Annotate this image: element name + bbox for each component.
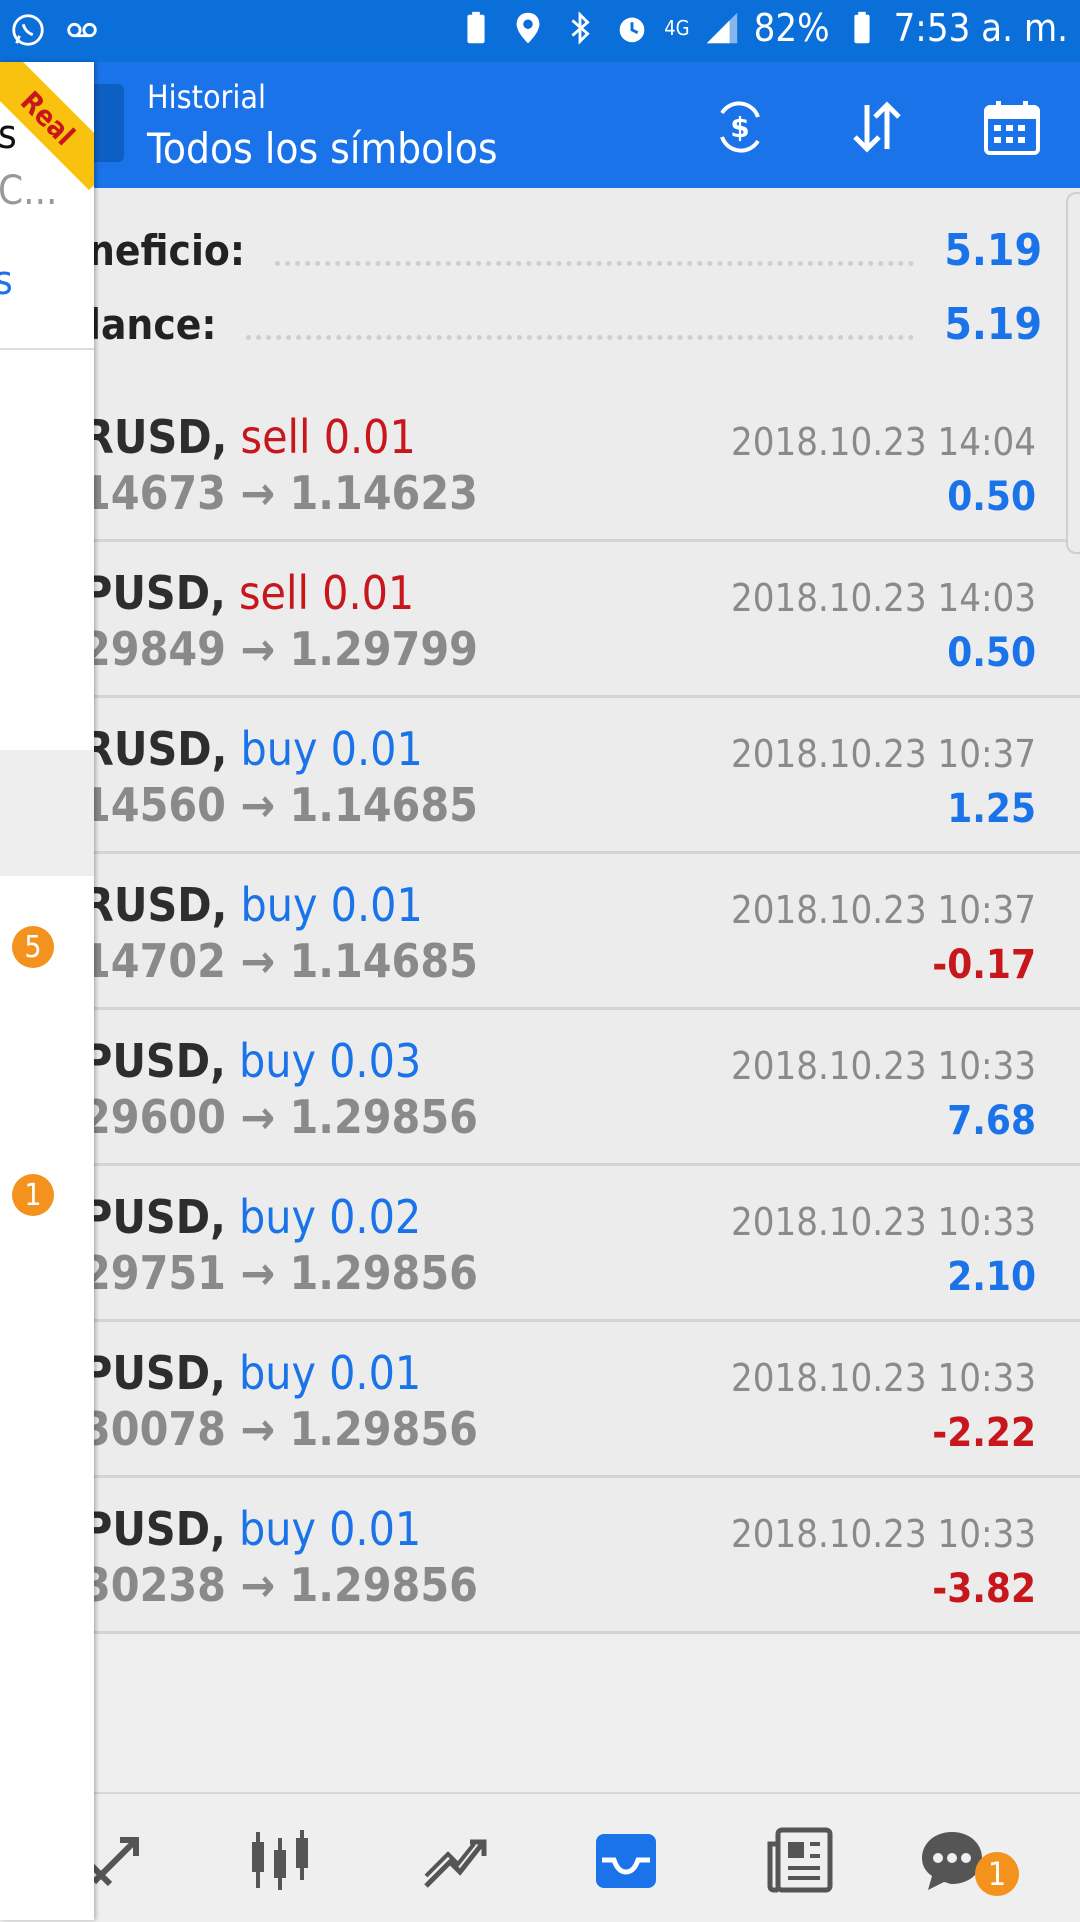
trade-prices: 30078 → 1.29856 [82, 1402, 478, 1456]
network-4g-icon: 4G [664, 16, 690, 40]
trade-prices: 14560 → 1.14685 [82, 778, 478, 832]
page-title: Historial [147, 78, 267, 116]
trade-prices: 14673 → 1.14623 [82, 466, 478, 520]
trade-side: buy 0.02 [238, 1190, 422, 1244]
balance-value: 5.19 [944, 298, 1042, 350]
alarm-icon [612, 8, 652, 48]
trade-side: buy 0.01 [238, 1346, 422, 1400]
trade-row[interactable]: RUSD, sell 0.01 14673 → 1.14623 2018.10.… [0, 386, 1080, 542]
signal-icon [702, 8, 742, 48]
battery-icon [842, 8, 882, 48]
trade-symbol: RUSD, [82, 410, 228, 464]
balance-label: lance: [88, 299, 217, 349]
trade-icon [424, 1839, 487, 1888]
trade-profit: 7.68 [947, 1098, 1036, 1144]
chat-badge: 1 [975, 1852, 1019, 1896]
chart-icon [252, 1830, 308, 1890]
svg-text:$: $ [730, 111, 749, 144]
trade-prices: 14702 → 1.14685 [82, 934, 478, 988]
battery-percent: 82% [753, 6, 830, 50]
trade-prices: 29600 → 1.29856 [82, 1090, 478, 1144]
trade-row[interactable]: PUSD, buy 0.01 30078 → 1.29856 2018.10.2… [0, 1322, 1080, 1478]
trade-row[interactable]: PUSD, buy 0.03 29600 → 1.29856 2018.10.2… [0, 1010, 1080, 1166]
trade-side: sell 0.01 [240, 410, 416, 464]
dotted-leader [246, 329, 915, 340]
trade-side: buy 0.01 [238, 1502, 422, 1556]
battery-saver-icon [456, 8, 496, 48]
nav-chart[interactable] [240, 1820, 320, 1900]
trade-side: buy 0.03 [238, 1034, 422, 1088]
drawer-account-name: s [0, 112, 17, 158]
trade-side: buy 0.01 [240, 722, 423, 776]
drawer-divider [0, 348, 94, 350]
summary-panel: neficio: 5.19 lance: 5.19 [0, 188, 1080, 388]
trade-profit: 0.50 [947, 474, 1036, 520]
bluetooth-icon [560, 8, 600, 48]
drawer-item-selected[interactable] [0, 750, 94, 876]
trade-prices: 29751 → 1.29856 [82, 1246, 478, 1300]
sort-icon [853, 101, 901, 153]
drawer-accounts-link[interactable]: s [0, 258, 13, 304]
whatsapp-icon [8, 10, 48, 50]
trade-symbol: PUSD, [82, 1502, 226, 1556]
trade-symbol: PUSD, [82, 566, 226, 620]
trade-date: 2018.10.23 10:37 [730, 732, 1036, 776]
exchange-icon: $ [720, 101, 760, 153]
trade-profit: 0.50 [947, 630, 1036, 676]
status-bar: 4G 82% 7:53 a. m. [0, 0, 1080, 62]
trade-prices: 29849 → 1.29799 [82, 622, 478, 676]
trade-date: 2018.10.23 10:33 [730, 1200, 1036, 1244]
trade-row[interactable]: PUSD, buy 0.02 29751 → 1.29856 2018.10.2… [0, 1166, 1080, 1322]
calendar-icon [984, 101, 1040, 155]
location-icon [508, 8, 548, 48]
sort-button[interactable] [840, 90, 914, 164]
trade-symbol: RUSD, [82, 878, 228, 932]
profit-label: neficio: [88, 225, 245, 275]
drawer-account-server: C... [0, 168, 58, 214]
trade-date: 2018.10.23 10:33 [730, 1044, 1036, 1088]
trade-profit: -3.82 [932, 1566, 1036, 1612]
trade-prices: 30238 → 1.29856 [82, 1558, 478, 1612]
trade-profit: 1.25 [947, 786, 1036, 832]
dotted-leader [274, 255, 915, 266]
scroll-indicator[interactable] [1066, 192, 1080, 554]
history-icon [596, 1834, 656, 1888]
nav-news[interactable] [760, 1820, 840, 1900]
trade-symbol: RUSD, [82, 722, 228, 776]
exchange-button[interactable]: $ [703, 90, 777, 164]
trade-symbol: PUSD, [82, 1034, 226, 1088]
nav-trade[interactable] [414, 1820, 494, 1900]
trade-row[interactable]: RUSD, buy 0.01 14702 → 1.14685 2018.10.2… [0, 854, 1080, 1010]
trade-date: 2018.10.23 10:37 [730, 888, 1036, 932]
trade-profit: 2.10 [947, 1254, 1036, 1300]
symbol-filter[interactable]: Todos los símbolos [147, 124, 498, 173]
trade-history-list: RUSD, sell 0.01 14673 → 1.14623 2018.10.… [0, 386, 1080, 1634]
side-drawer[interactable]: s C... Real s 5 1 [0, 62, 94, 1920]
trade-side: buy 0.01 [240, 878, 423, 932]
trade-symbol: PUSD, [82, 1346, 226, 1400]
trade-date: 2018.10.23 14:03 [730, 576, 1036, 620]
nav-history[interactable] [586, 1820, 666, 1900]
trade-profit: -2.22 [932, 1410, 1036, 1456]
profit-value: 5.19 [944, 224, 1042, 276]
trade-date: 2018.10.23 14:04 [730, 420, 1036, 464]
trade-row[interactable]: RUSD, buy 0.01 14560 → 1.14685 2018.10.2… [0, 698, 1080, 854]
trade-row[interactable]: PUSD, sell 0.01 29849 → 1.29799 2018.10.… [0, 542, 1080, 698]
clock: 7:53 a. m. [893, 6, 1068, 50]
balance-row: lance: 5.19 [88, 294, 1042, 354]
profit-row: neficio: 5.19 [88, 220, 1042, 280]
trade-row[interactable]: PUSD, buy 0.01 30238 → 1.29856 2018.10.2… [0, 1478, 1080, 1634]
drawer-badge: 5 [12, 926, 54, 968]
calendar-button[interactable] [975, 90, 1049, 164]
trade-side: sell 0.01 [238, 566, 415, 620]
news-icon [767, 1827, 833, 1893]
trade-profit: -0.17 [932, 942, 1036, 988]
app-bar: Historial Todos los símbolos $ [0, 62, 1080, 188]
trade-symbol: PUSD, [82, 1190, 226, 1244]
drawer-badge: 1 [12, 1174, 54, 1216]
trade-date: 2018.10.23 10:33 [730, 1356, 1036, 1400]
voicemail-icon [62, 10, 102, 50]
trade-date: 2018.10.23 10:33 [730, 1512, 1036, 1556]
bottom-navigation: 1 [0, 1792, 1080, 1922]
